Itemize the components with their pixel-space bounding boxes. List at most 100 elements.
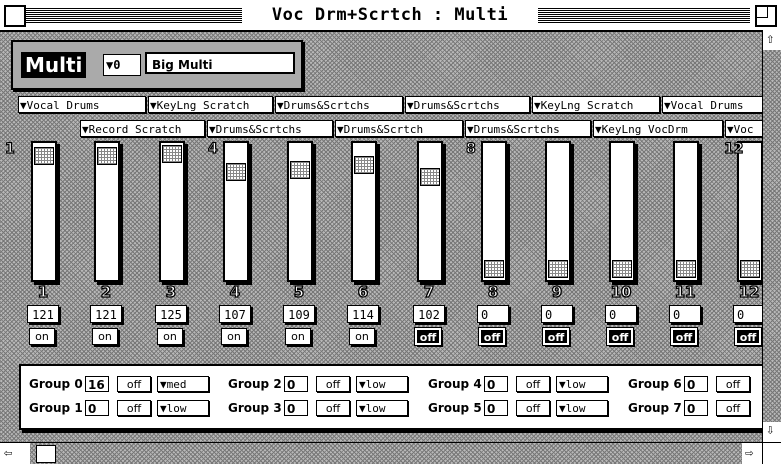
channel-value-field[interactable]: 0	[541, 305, 573, 323]
popup-arrow-icon: ▼	[559, 378, 566, 391]
channel-slider[interactable]	[223, 141, 249, 282]
channel-slider[interactable]	[417, 141, 443, 282]
group-off-button[interactable]: off	[516, 400, 550, 416]
group-value-field[interactable]: 0	[684, 400, 708, 416]
channel-toggle-button[interactable]: off	[670, 327, 698, 346]
slider-thumb[interactable]	[226, 163, 246, 181]
channel-toggle-button[interactable]: off	[414, 327, 442, 346]
slider-thumb[interactable]	[420, 168, 440, 186]
instrument-popup[interactable]: ▼Drums&Scrtchs	[275, 96, 403, 113]
group-off-button[interactable]: off	[316, 400, 350, 416]
group-off-button[interactable]: off	[716, 376, 750, 392]
channel-value-field[interactable]: 121	[90, 305, 122, 323]
instrument-popup[interactable]: ▼KeyLng Scratch	[148, 96, 273, 113]
group-value-field[interactable]: 0	[85, 400, 109, 416]
channel-toggle-button[interactable]: on	[157, 328, 183, 345]
slider-thumb[interactable]	[548, 260, 568, 278]
channel-slider[interactable]	[31, 141, 57, 282]
slider-thumb[interactable]	[740, 260, 760, 278]
group-value-field[interactable]: 16	[85, 376, 109, 392]
slider-thumb[interactable]	[612, 260, 632, 278]
instrument-popup[interactable]: ▼Drums&Scrtchs	[405, 96, 530, 113]
scroll-right-arrow-icon[interactable]: ⇨	[745, 446, 753, 460]
channel-slider[interactable]	[287, 141, 313, 282]
group-mode-popup[interactable]: ▼low	[356, 376, 408, 392]
channel-slider[interactable]	[545, 141, 571, 282]
channel-value-field[interactable]: 114	[347, 305, 379, 323]
group-value-field[interactable]: 0	[484, 376, 508, 392]
preset-name-field[interactable]: Big Multi	[145, 52, 295, 74]
slider-thumb[interactable]	[290, 161, 310, 179]
group-value-field[interactable]: 0	[284, 376, 308, 392]
group-off-button[interactable]: off	[117, 376, 151, 392]
scroll-down-arrow-icon[interactable]: ⇩	[766, 423, 774, 437]
channel-toggle-button[interactable]: on	[285, 328, 311, 345]
group-mode-popup[interactable]: ▼med	[157, 376, 209, 392]
instrument-popup[interactable]: ▼Voc	[725, 120, 762, 137]
channel-toggle-button[interactable]: off	[606, 327, 634, 346]
horizontal-scroll-thumb[interactable]	[36, 445, 56, 463]
channel-value-field[interactable]: 0	[669, 305, 701, 323]
instrument-popup[interactable]: ▼Vocal Drums	[662, 96, 762, 113]
title-bar[interactable]: Voc Drm+Scrtch : Multi	[0, 0, 781, 32]
group-value-field[interactable]: 0	[484, 400, 508, 416]
channel-toggle-button[interactable]: off	[478, 327, 506, 346]
group-mode-popup[interactable]: ▼low	[556, 400, 608, 416]
horizontal-scrollbar[interactable]: ⇦ ⇨	[0, 442, 762, 464]
group-off-button[interactable]: off	[516, 376, 550, 392]
channel-value-field[interactable]: 121	[27, 305, 59, 323]
channel-toggle-button[interactable]: on	[29, 328, 55, 345]
instrument-popup[interactable]: ▼Vocal Drums	[18, 96, 146, 113]
resize-grow-box[interactable]	[762, 442, 781, 464]
group-off-button[interactable]: off	[716, 400, 750, 416]
group-off-button[interactable]: off	[316, 376, 350, 392]
slider-thumb[interactable]	[34, 147, 54, 165]
group-value-field[interactable]: 0	[684, 376, 708, 392]
slider-thumb[interactable]	[484, 260, 504, 278]
channel-slider[interactable]	[351, 141, 377, 282]
slider-thumb[interactable]	[162, 145, 182, 163]
instrument-popup[interactable]: ▼KeyLng Scratch	[532, 96, 660, 113]
vertical-scroll-track[interactable]	[763, 50, 781, 422]
channel-slider[interactable]	[609, 141, 635, 282]
channel-toggle-button[interactable]: off	[542, 327, 570, 346]
channel-slider[interactable]	[159, 141, 185, 282]
group-label: Group 7	[628, 401, 682, 415]
instrument-popup[interactable]: ▼Drums&Scrtch	[335, 120, 463, 137]
group-mode-popup[interactable]: ▼low	[556, 376, 608, 392]
channel-toggle-button[interactable]: on	[92, 328, 118, 345]
group-off-button[interactable]: off	[117, 400, 151, 416]
slider-thumb[interactable]	[354, 156, 374, 174]
close-box[interactable]	[4, 5, 26, 27]
channel-slider[interactable]	[94, 141, 120, 282]
instrument-popup[interactable]: ▼Record Scratch	[80, 120, 205, 137]
channel-slider[interactable]	[481, 141, 507, 282]
channel-toggle-button[interactable]: on	[221, 328, 247, 345]
group-mode-popup[interactable]: ▼low	[356, 400, 408, 416]
channel-value-field[interactable]: 102	[413, 305, 445, 323]
scroll-up-arrow-icon[interactable]: ⇧	[766, 32, 774, 46]
slider-thumb[interactable]	[676, 260, 696, 278]
group-value-field[interactable]: 0	[284, 400, 308, 416]
channel-value-field[interactable]: 109	[283, 305, 315, 323]
preset-number-popup[interactable]: ▼0	[103, 54, 141, 76]
channel-value-field[interactable]: 0	[605, 305, 637, 323]
vertical-scrollbar[interactable]: ⇧ ⇩	[762, 30, 781, 442]
horizontal-scroll-track[interactable]	[30, 443, 742, 464]
channel-toggle-button[interactable]: on	[349, 328, 375, 345]
channel-value-field[interactable]: 0	[733, 305, 762, 323]
channel-slider[interactable]	[737, 141, 762, 282]
channel-value-field[interactable]: 125	[155, 305, 187, 323]
zoom-box[interactable]	[755, 5, 777, 27]
instrument-popup[interactable]: ▼Drums&Scrtchs	[465, 120, 591, 137]
slider-thumb[interactable]	[97, 147, 117, 165]
group-mode-popup[interactable]: ▼low	[157, 400, 209, 416]
scroll-left-arrow-icon[interactable]: ⇦	[4, 446, 12, 460]
instrument-popup[interactable]: ▼KeyLng VocDrm	[593, 120, 723, 137]
channel-value-field[interactable]: 0	[477, 305, 509, 323]
channel-slider[interactable]	[673, 141, 699, 282]
channel-toggle-button[interactable]: off	[734, 327, 762, 346]
instrument-popup[interactable]: ▼Drums&Scrtchs	[207, 120, 333, 137]
channel-value-field[interactable]: 107	[219, 305, 251, 323]
popup-arrow-icon: ▼	[150, 99, 157, 112]
